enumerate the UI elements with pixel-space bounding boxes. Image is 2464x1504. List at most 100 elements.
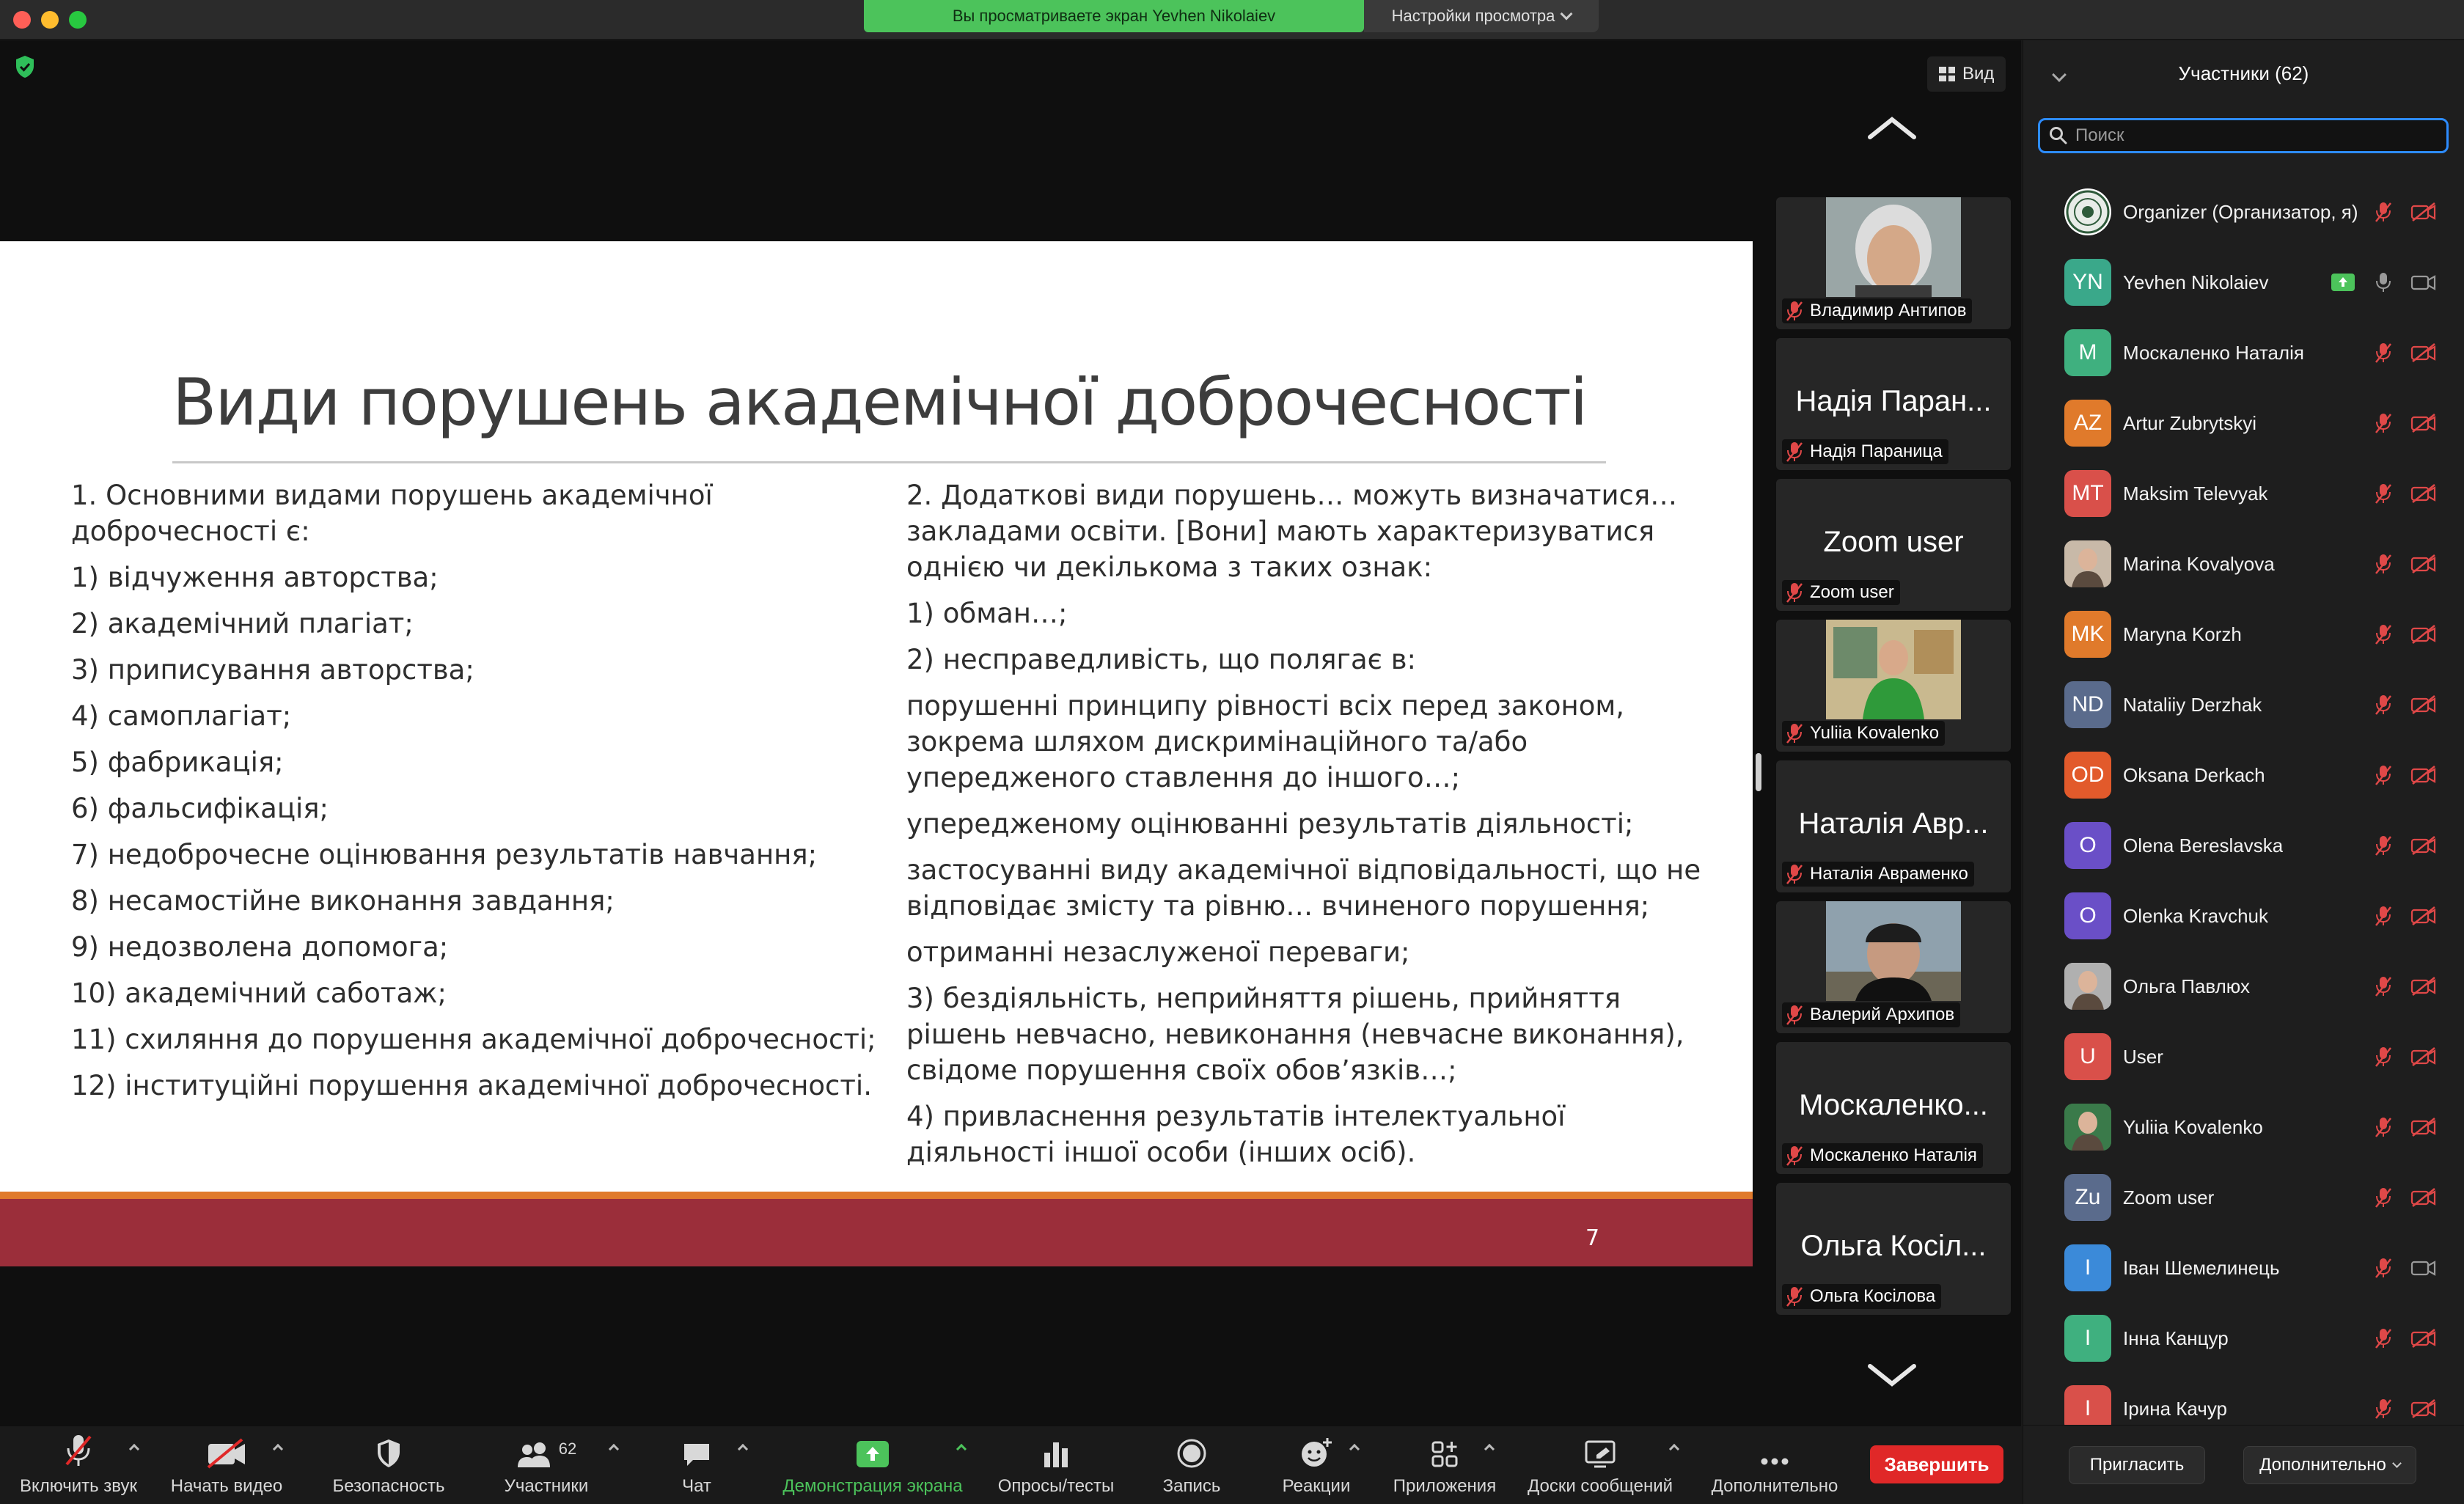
- microphone-muted-icon: [2375, 766, 2391, 785]
- participant-camera-toggle[interactable]: [2410, 1398, 2437, 1419]
- participant-mic-toggle[interactable]: [2374, 694, 2393, 716]
- participant-mic-toggle[interactable]: [2374, 1398, 2393, 1420]
- participant-camera-toggle[interactable]: [2410, 413, 2437, 433]
- participant-row[interactable]: M Москаленко Наталія: [2023, 318, 2464, 388]
- participant-row[interactable]: І Інна Канцур: [2023, 1303, 2464, 1373]
- participant-mic-toggle[interactable]: [2374, 623, 2393, 645]
- share-screen-button[interactable]: Демонстрация экрана: [770, 1426, 975, 1504]
- participant-search-box[interactable]: [2038, 118, 2449, 153]
- participant-row[interactable]: O Olenka Kravchuk: [2023, 881, 2464, 951]
- whiteboards-button[interactable]: Доски сообщений: [1518, 1426, 1682, 1504]
- panel-resize-handle[interactable]: [1756, 753, 1761, 791]
- maximize-window-button[interactable]: [69, 11, 87, 29]
- participant-row[interactable]: Marina Kovalyova: [2023, 529, 2464, 599]
- participant-camera-toggle[interactable]: [2410, 483, 2437, 504]
- participant-camera-toggle[interactable]: [2410, 694, 2437, 715]
- video-thumbnail[interactable]: Валерий Архипов: [1776, 901, 2011, 1033]
- participants-options-caret[interactable]: [608, 1443, 620, 1455]
- scroll-down-icon[interactable]: [1866, 1360, 1918, 1390]
- participant-row[interactable]: U User: [2023, 1021, 2464, 1092]
- slide-list-item: 4) самоплагіат;: [71, 700, 292, 732]
- participant-mic-toggle[interactable]: [2374, 1327, 2393, 1349]
- slide-list-item: 8) несамостійне виконання завдання;: [71, 885, 615, 917]
- participant-row[interactable]: AZ Artur Zubrytskyi: [2023, 388, 2464, 458]
- participant-row[interactable]: Yuliia Kovalenko: [2023, 1092, 2464, 1162]
- meeting-toolbar: Включить звук Начать видео Безопасность: [0, 1426, 2021, 1504]
- close-window-button[interactable]: [13, 11, 31, 29]
- reactions-button[interactable]: Реакции: [1269, 1426, 1364, 1504]
- participant-camera-toggle[interactable]: [2410, 1117, 2437, 1137]
- participant-camera-toggle[interactable]: [2410, 624, 2437, 645]
- participant-row[interactable]: Organizer (Организатор, я): [2023, 177, 2464, 247]
- apps-button[interactable]: Приложения: [1386, 1426, 1503, 1504]
- avatar-initials: MT: [2072, 481, 2104, 505]
- invite-button[interactable]: Пригласить: [2069, 1446, 2205, 1484]
- participant-camera-toggle[interactable]: [2410, 765, 2437, 785]
- microphone-muted-icon: [2375, 1399, 2391, 1419]
- participant-camera-toggle[interactable]: [2410, 342, 2437, 363]
- participant-camera-toggle[interactable]: [2410, 976, 2437, 997]
- avatar-initials: M: [2078, 340, 2097, 364]
- participant-mic-toggle[interactable]: [2374, 834, 2393, 856]
- participant-camera-toggle[interactable]: [2410, 835, 2437, 856]
- view-button[interactable]: Вид: [1927, 56, 2006, 92]
- record-button[interactable]: Запись: [1144, 1426, 1239, 1504]
- participant-mic-toggle[interactable]: [2374, 342, 2393, 364]
- participant-row[interactable]: YN Yevhen Nikolaiev: [2023, 247, 2464, 318]
- participant-mic-toggle[interactable]: [2374, 553, 2393, 575]
- video-thumbnail[interactable]: Москаленко... Москаленко Наталія: [1776, 1042, 2011, 1174]
- participant-mic-toggle[interactable]: [2374, 1116, 2393, 1138]
- participant-mic-toggle[interactable]: [2374, 271, 2393, 293]
- participants-button[interactable]: 62 Участники: [484, 1426, 609, 1504]
- end-meeting-button[interactable]: Завершить: [1870, 1445, 2003, 1483]
- start-video-button[interactable]: Начать видео: [161, 1426, 292, 1504]
- video-thumbnail[interactable]: Yuliia Kovalenko: [1776, 620, 2011, 752]
- participant-search-input[interactable]: [2075, 125, 2427, 146]
- participant-mic-toggle[interactable]: [2374, 975, 2393, 997]
- participant-camera-toggle[interactable]: [2410, 1187, 2437, 1208]
- more-button[interactable]: Дополнительно: [1701, 1426, 1848, 1504]
- participant-mic-toggle[interactable]: [2374, 764, 2393, 786]
- video-thumbnail[interactable]: Ольга Косіл... Ольга Косілова: [1776, 1183, 2011, 1315]
- participant-camera-toggle[interactable]: [2410, 554, 2437, 574]
- participant-row[interactable]: O Olena Bereslavska: [2023, 810, 2464, 881]
- polls-button[interactable]: Опросы/тесты: [990, 1426, 1122, 1504]
- participant-name: Yuliia Kovalenko: [2123, 1115, 2263, 1138]
- participant-mic-toggle[interactable]: [2374, 1257, 2393, 1279]
- participant-row[interactable]: MK Maryna Korzh: [2023, 599, 2464, 670]
- video-thumbnail[interactable]: Zoom user Zoom user: [1776, 479, 2011, 611]
- participant-mic-toggle[interactable]: [2374, 201, 2393, 223]
- more-options-button[interactable]: Дополнительно: [2243, 1446, 2416, 1484]
- participant-camera-toggle[interactable]: [2410, 202, 2437, 222]
- minimize-window-button[interactable]: [41, 11, 59, 29]
- camera-off-icon: [2410, 836, 2436, 855]
- participant-camera-toggle[interactable]: [2410, 1328, 2437, 1349]
- participant-camera-toggle[interactable]: [2410, 1258, 2437, 1278]
- participant-camera-toggle[interactable]: [2410, 1046, 2437, 1067]
- participant-row[interactable]: OD Oksana Derkach: [2023, 740, 2464, 810]
- video-thumbnail[interactable]: Надія Паран... Надія Параница: [1776, 338, 2011, 470]
- slide-list-item: 2) несправедливість, що полягає в:: [906, 644, 1416, 675]
- more-dots-icon: [1761, 1458, 1789, 1465]
- scroll-up-icon[interactable]: [1866, 114, 1918, 143]
- video-thumbnail[interactable]: Наталія Авр... Наталія Авраменко: [1776, 760, 2011, 892]
- chat-button[interactable]: Чат: [653, 1426, 741, 1504]
- video-thumbnail[interactable]: Владимир Антипов: [1776, 197, 2011, 329]
- participant-row[interactable]: ND Nataliiy Derzhak: [2023, 670, 2464, 740]
- participant-mic-toggle[interactable]: [2374, 905, 2393, 927]
- participant-mic-toggle[interactable]: [2374, 412, 2393, 434]
- security-button[interactable]: Безопасность: [315, 1426, 462, 1504]
- view-settings-dropdown[interactable]: Настройки просмотра: [1364, 0, 1599, 32]
- participant-mic-toggle[interactable]: [2374, 1046, 2393, 1068]
- participant-row[interactable]: І Іван Шемелинець: [2023, 1233, 2464, 1303]
- participant-row[interactable]: Ольга Павлюх: [2023, 951, 2464, 1021]
- participant-mic-toggle[interactable]: [2374, 1186, 2393, 1208]
- participant-mic-toggle[interactable]: [2374, 483, 2393, 505]
- participant-row[interactable]: MT Maksim Televyak: [2023, 458, 2464, 529]
- participant-row[interactable]: Zu Zoom user: [2023, 1162, 2464, 1233]
- participant-camera-toggle[interactable]: [2410, 272, 2437, 293]
- participant-camera-toggle[interactable]: [2410, 906, 2437, 926]
- unmute-button[interactable]: Включить звук: [10, 1426, 147, 1504]
- avatar-initials: AZ: [2073, 411, 2102, 435]
- avatar-initials: O: [2079, 903, 2097, 928]
